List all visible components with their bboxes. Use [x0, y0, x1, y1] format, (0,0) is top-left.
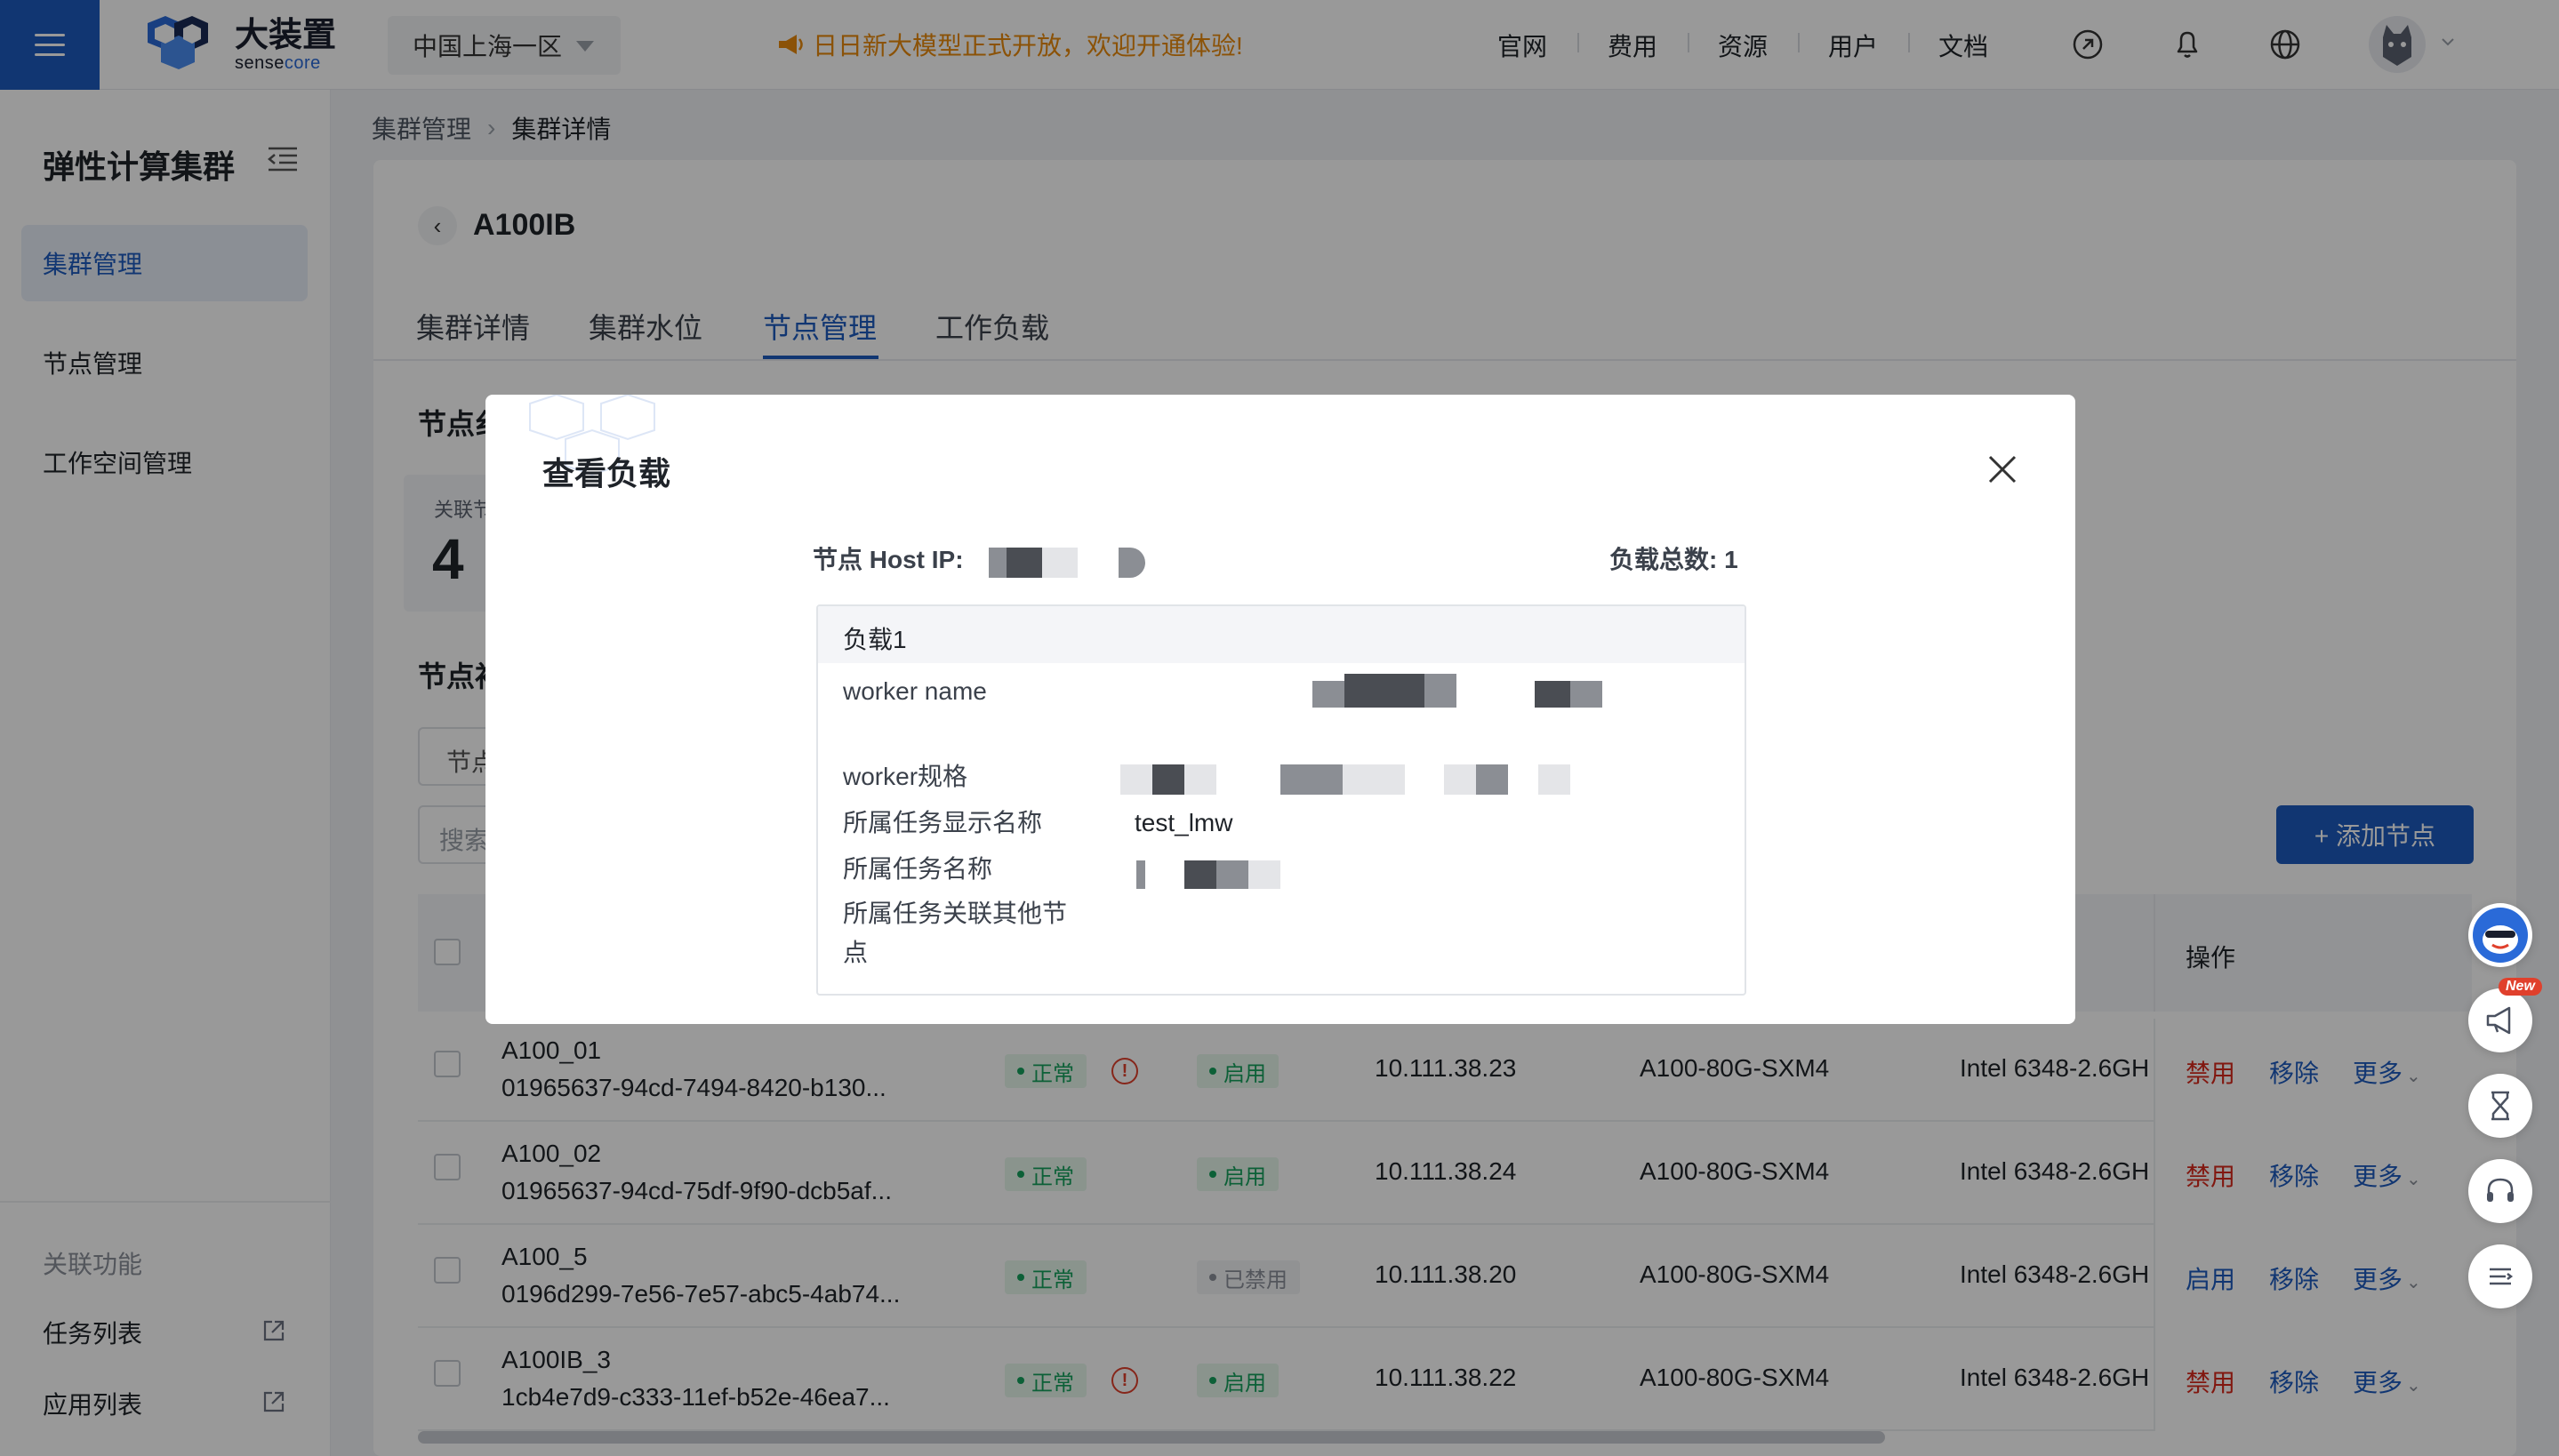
megaphone-icon — [2486, 1006, 2511, 1035]
task-other-nodes-line1: 所属任务关联其他节 — [843, 900, 1068, 927]
collapse-tools-button[interactable] — [2468, 1244, 2532, 1308]
load-card: 负载1 worker name worker规格 所属任务显示名称 test_l… — [816, 604, 1746, 996]
host-ip-label: 节点 Host IP: — [813, 546, 964, 573]
menu-collapse-icon — [2490, 1268, 2514, 1285]
announcement-float-button[interactable] — [2468, 988, 2532, 1052]
load-card-title: 负载1 — [818, 606, 1745, 663]
task-other-nodes-line2: 点 — [843, 939, 869, 966]
assistant-button[interactable] — [2468, 903, 2532, 967]
modal-title: 查看负载 — [542, 455, 671, 492]
close-icon[interactable] — [1983, 450, 2022, 489]
task-other-nodes-label: 所属任务关联其他节 点 — [843, 894, 1083, 972]
view-load-modal: 查看负载 节点 Host IP: 负载总数: 1 负载1 worker name… — [485, 395, 2075, 1024]
task-display-name-value: test_lmw — [1135, 809, 1233, 836]
headset-icon — [2487, 1178, 2514, 1202]
task-timer-button[interactable] — [2468, 1074, 2532, 1138]
hourglass-icon — [2491, 1091, 2509, 1121]
new-badge: New — [2499, 978, 2542, 996]
support-button[interactable] — [2468, 1159, 2532, 1223]
assistant-icon — [2473, 908, 2528, 963]
load-total: 负载总数: 1 — [1609, 546, 1738, 573]
task-display-name-label: 所属任务显示名称 — [843, 809, 1043, 836]
worker-name-label: worker name — [843, 677, 987, 705]
worker-spec-label: worker规格 — [843, 763, 968, 790]
task-name-label: 所属任务名称 — [843, 855, 993, 883]
